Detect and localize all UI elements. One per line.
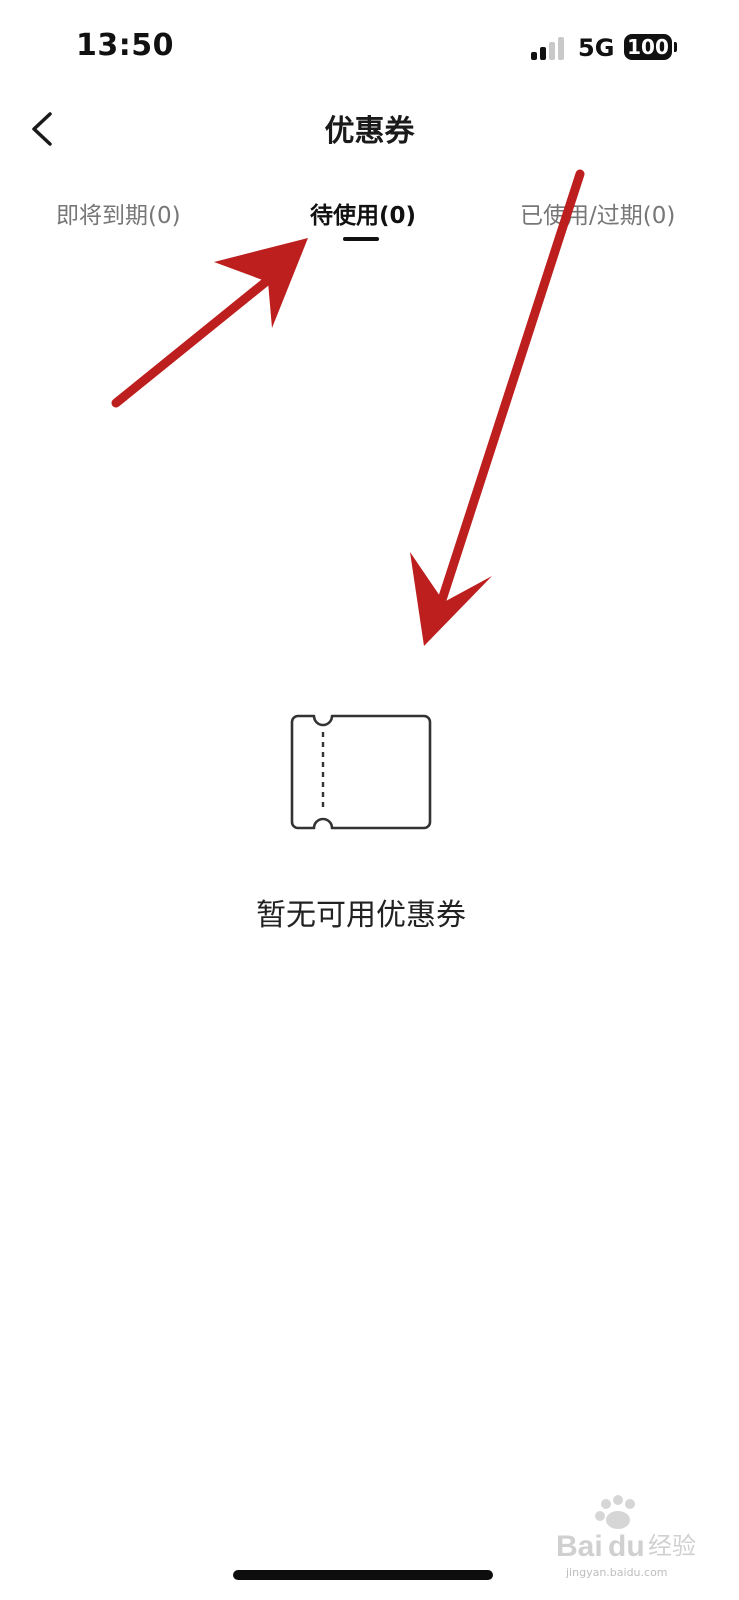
signal-strength-icon	[531, 36, 567, 60]
home-indicator[interactable]	[233, 1570, 493, 1580]
tab-expiring-soon[interactable]: 即将到期(0)	[56, 196, 181, 230]
watermark-url: jingyan.baidu.com	[566, 1566, 668, 1579]
battery-level: 100	[627, 35, 669, 59]
svg-text:du: du	[608, 1530, 645, 1563]
status-bar: 13:50 5G 100	[0, 0, 739, 90]
battery-icon: 100	[624, 34, 672, 60]
battery-tip	[674, 42, 677, 52]
coupon-ticket-icon	[290, 714, 432, 830]
network-type: 5G	[578, 34, 615, 62]
svg-text:经验: 经验	[648, 1532, 696, 1560]
svg-text:Bai: Bai	[556, 1530, 603, 1563]
page-title: 优惠券	[324, 114, 415, 149]
baidu-jingyan-watermark: Bai du 经验	[556, 1495, 696, 1563]
active-tab-indicator	[343, 237, 379, 241]
tab-unused[interactable]: 待使用(0)	[310, 196, 416, 230]
tab-used-expired[interactable]: 已使用/过期(0)	[520, 196, 675, 230]
empty-state-message: 暂无可用优惠券	[256, 898, 466, 933]
arrow-to-empty-state	[410, 169, 585, 646]
status-time: 13:50	[76, 28, 174, 63]
arrow-to-tab	[111, 238, 308, 408]
